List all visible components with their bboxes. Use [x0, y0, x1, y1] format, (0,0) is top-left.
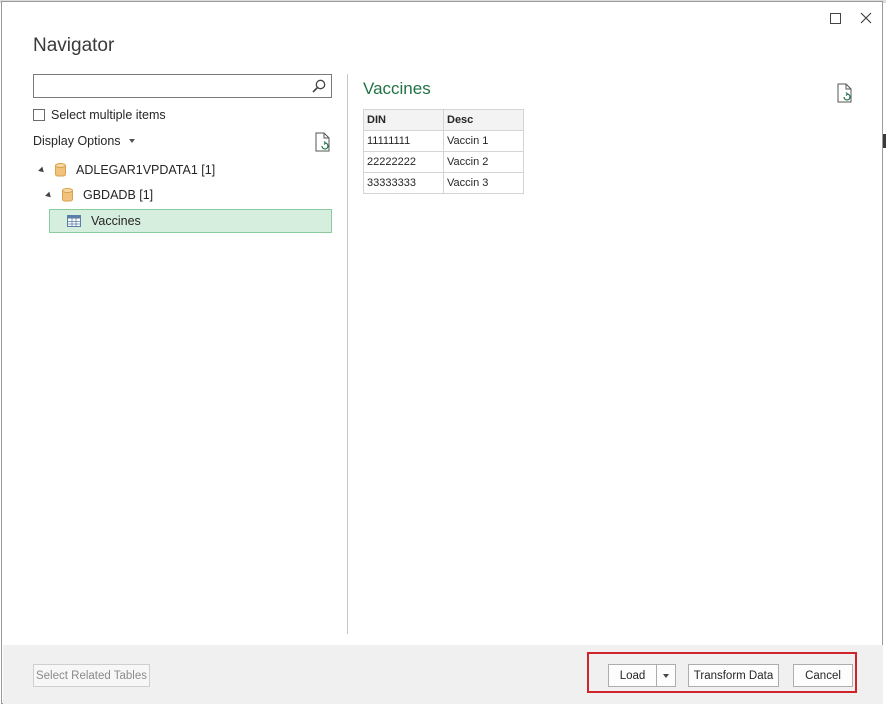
tree-node-database[interactable]: GBDADB [1]: [45, 188, 154, 202]
table-row: 11111111 Vaccin 1: [363, 130, 524, 152]
refresh-icon[interactable]: [314, 132, 332, 152]
search-input[interactable]: [33, 74, 332, 98]
dialog-title: Navigator: [33, 35, 115, 56]
table-cell: 33333333: [363, 172, 444, 194]
refresh-preview-icon[interactable]: [836, 83, 854, 103]
collapse-arrow-icon[interactable]: [45, 191, 53, 199]
table-row: 22222222 Vaccin 2: [363, 151, 524, 173]
select-multiple-label: Select multiple items: [51, 108, 166, 122]
chevron-down-icon: [128, 139, 135, 143]
display-options-label: Display Options: [33, 134, 121, 148]
column-header: DIN: [363, 109, 444, 131]
table-icon: [67, 215, 81, 227]
tree-node-table-vaccines[interactable]: Vaccines: [49, 209, 332, 233]
highlight-box: [587, 652, 857, 693]
maximize-button[interactable]: [824, 8, 846, 28]
close-icon: [860, 12, 872, 24]
preview-title: Vaccines: [363, 79, 431, 98]
select-related-tables-button[interactable]: Select Related Tables: [33, 664, 150, 687]
table-cell: 11111111: [363, 130, 444, 152]
pane-divider[interactable]: [347, 74, 348, 634]
select-multiple-items[interactable]: Select multiple items: [33, 108, 166, 122]
navigator-dialog: Navigator Select multiple items Display …: [1, 1, 883, 704]
table-header-row: DIN Desc: [363, 109, 524, 131]
database-icon: [55, 163, 66, 177]
display-options-dropdown[interactable]: Display Options: [33, 134, 135, 148]
database-icon: [62, 188, 73, 202]
tree-node-server[interactable]: ADLEGAR1VPDATA1 [1]: [38, 163, 216, 177]
collapse-arrow-icon[interactable]: [38, 166, 46, 174]
close-button[interactable]: [855, 8, 877, 28]
table-cell: Vaccin 2: [443, 151, 524, 173]
tree-node-server-label: ADLEGAR1VPDATA1 [1]: [76, 163, 216, 177]
preview-table: DIN Desc 11111111 Vaccin 1 22222222 Vacc…: [363, 109, 524, 194]
table-cell: 22222222: [363, 151, 444, 173]
maximize-icon: [829, 12, 841, 24]
column-header: Desc: [443, 109, 524, 131]
tree-node-database-label: GBDADB [1]: [83, 188, 154, 202]
table-cell: Vaccin 1: [443, 130, 524, 152]
tree-node-table-label: Vaccines: [91, 214, 141, 228]
table-cell: Vaccin 3: [443, 172, 524, 194]
table-row: 33333333 Vaccin 3: [363, 172, 524, 194]
select-multiple-checkbox[interactable]: [33, 109, 45, 121]
search-icon[interactable]: [311, 78, 327, 94]
